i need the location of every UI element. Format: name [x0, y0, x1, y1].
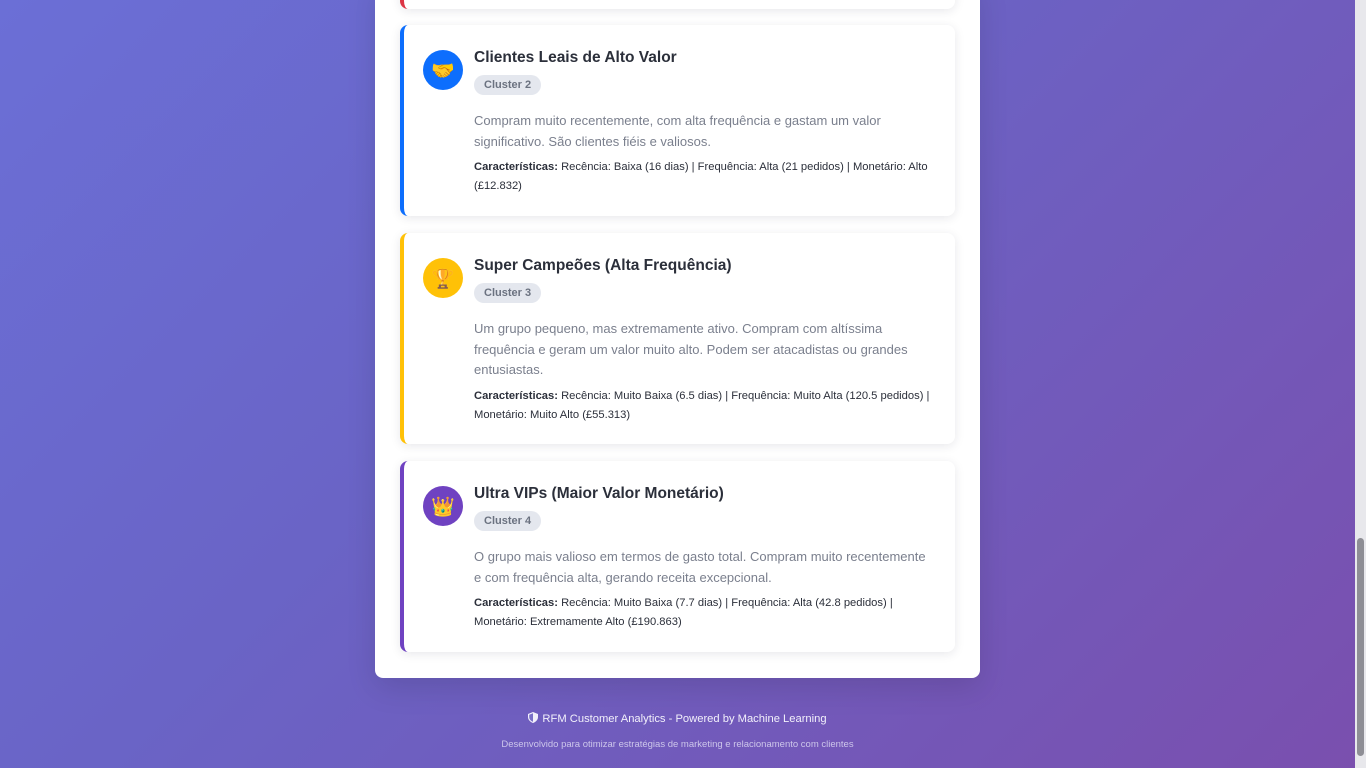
cluster-description: O grupo mais valioso em termos de gasto …: [474, 549, 926, 585]
cluster-title: Clientes Leais de Alto Valor: [474, 49, 677, 66]
cluster-badge: Cluster 3: [474, 283, 542, 303]
handshake-icon: 🤝: [423, 50, 463, 90]
footer-main-text: RFM Customer Analytics - Powered by Mach…: [542, 713, 827, 725]
cluster-card-previous: [400, 0, 955, 9]
cluster-badge: Cluster 2: [474, 75, 542, 95]
shield-icon: [528, 712, 539, 723]
traits-label: Características:: [474, 390, 558, 402]
scrollbar[interactable]: [1355, 0, 1366, 768]
results-panel: 🤝 Clientes Leais de Alto Valor Cluster 2…: [375, 0, 980, 678]
footer-title: RFM Customer Analytics - Powered by Mach…: [0, 712, 1355, 725]
cluster-traits: Características: Recência: Muito Baixa (…: [474, 387, 934, 424]
crown-icon: 👑: [423, 486, 463, 526]
cluster-card-2: 🤝 Clientes Leais de Alto Valor Cluster 2…: [400, 25, 955, 216]
cluster-description: Compram muito recentemente, com alta fre…: [474, 113, 881, 149]
traits-label: Características:: [474, 597, 558, 609]
cluster-badge: Cluster 4: [474, 511, 542, 531]
cluster-card-4: 👑 Ultra VIPs (Maior Valor Monetário) Clu…: [400, 461, 955, 652]
traits-label: Características:: [474, 161, 558, 173]
cluster-card-3: 🏆 Super Campeões (Alta Frequência) Clust…: [400, 233, 955, 444]
cluster-description: Um grupo pequeno, mas extremamente ativo…: [474, 321, 908, 377]
footer-subtitle: Desenvolvido para otimizar estratégias d…: [501, 739, 854, 750]
cluster-title: Super Campeões (Alta Frequência): [474, 257, 732, 274]
cluster-traits: Características: Recência: Baixa (16 dia…: [474, 158, 934, 195]
cluster-title: Ultra VIPs (Maior Valor Monetário): [474, 485, 724, 502]
cluster-traits: Características: Recência: Muito Baixa (…: [474, 594, 934, 631]
scrollbar-thumb[interactable]: [1357, 538, 1364, 756]
trophy-icon: 🏆: [423, 258, 463, 298]
